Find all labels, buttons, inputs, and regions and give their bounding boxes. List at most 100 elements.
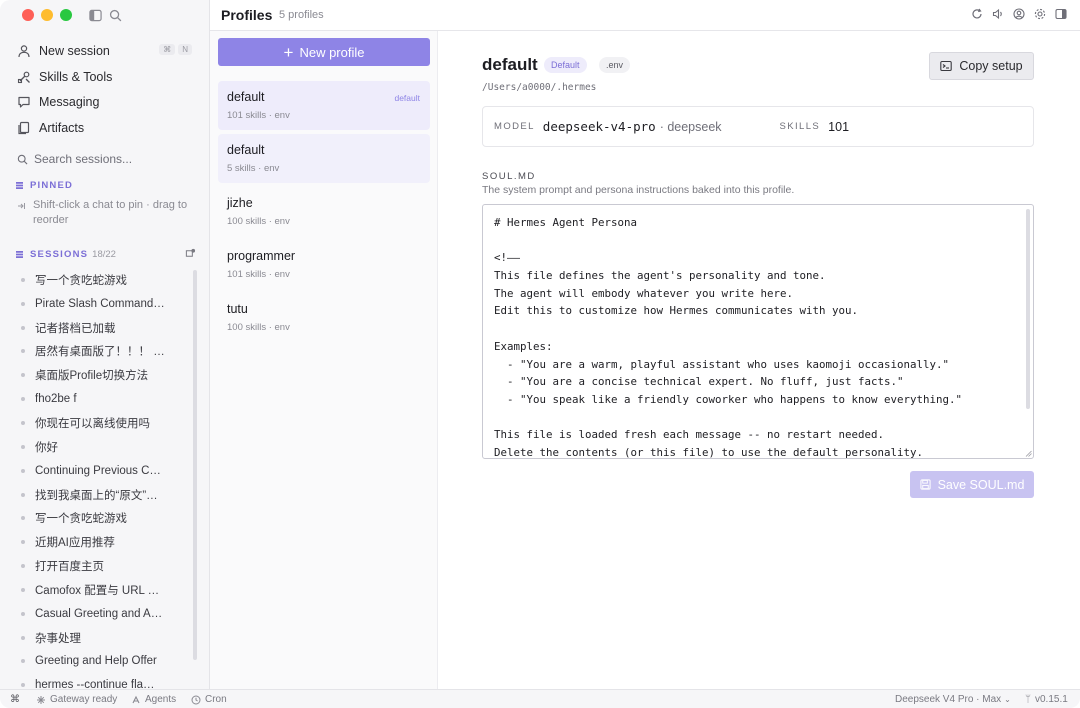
session-label: Camofox 配置与 URL …: [35, 584, 160, 597]
nav-new-session[interactable]: New session ⌘ N: [0, 38, 210, 64]
session-item[interactable]: 你好: [0, 435, 196, 459]
pin-icon: [18, 203, 25, 209]
top-bar: Profiles 5 profiles: [210, 0, 1080, 31]
editor-line: Edit this to customize how Hermes commun…: [494, 304, 859, 318]
profile-count: 5 profiles: [279, 9, 324, 21]
pin-section-icon: [16, 182, 23, 189]
session-item[interactable]: Continuing Previous C…: [0, 459, 196, 483]
kbd-key: N: [178, 44, 192, 55]
editor-scrollbar[interactable]: [1026, 209, 1030, 409]
editor-line: The agent will embody whatever you write…: [494, 286, 794, 300]
env-badge: .env: [599, 57, 631, 73]
session-item[interactable]: 你现在可以离线使用吗: [0, 411, 196, 435]
session-item[interactable]: Camofox 配置与 URL …: [0, 578, 196, 602]
nav-label: New session: [39, 43, 110, 58]
profile-card[interactable]: default 5 skills · env: [218, 134, 430, 183]
bullet-icon: [21, 564, 25, 569]
branch-icon: ᛘ: [1025, 694, 1031, 705]
soul-subtitle: The system prompt and persona instructio…: [482, 184, 795, 196]
gateway-status[interactable]: Gateway ready: [36, 694, 117, 705]
copy-setup-label: Copy setup: [959, 59, 1023, 73]
search-icon[interactable]: [109, 9, 122, 22]
sessions-count: 18/22: [92, 249, 116, 260]
new-chat-icon[interactable]: [185, 248, 196, 259]
profile-card-meta: 101 skills · env: [227, 110, 290, 121]
model-selector[interactable]: Deepseek V4 Pro · Max ⌄: [895, 694, 1011, 705]
search-input[interactable]: Search sessions...: [34, 152, 132, 166]
nav-label: Messaging: [39, 95, 100, 110]
close-window-button[interactable]: [22, 9, 34, 21]
command-icon-wrap[interactable]: ⌘: [10, 694, 20, 705]
soul-editor[interactable]: # Hermes Agent Persona <!—— This file defi…: [482, 204, 1034, 459]
session-item[interactable]: 杂事处理: [0, 626, 196, 650]
bullet-icon: [21, 420, 25, 425]
session-item[interactable]: 写一个贪吃蛇游戏: [0, 268, 196, 292]
cron-status[interactable]: Cron: [191, 694, 227, 705]
maximize-window-button[interactable]: [60, 9, 72, 21]
sidebar-nav: New session ⌘ N Skills & Tools Messaging…: [0, 38, 210, 141]
profile-card[interactable]: tutu 100 skills · env: [218, 293, 430, 342]
version-label: v0.15.1: [1035, 694, 1068, 705]
sidebar-scrollbar[interactable]: [193, 270, 197, 660]
sidebar: New session ⌘ N Skills & Tools Messaging…: [0, 0, 210, 691]
profile-card-tag: default: [394, 93, 420, 103]
save-soul-button[interactable]: Save SOUL.md: [910, 471, 1034, 498]
session-item[interactable]: 居然有桌面版了！！！ …: [0, 340, 196, 364]
command-icon: ⌘: [10, 694, 20, 705]
copy-setup-button[interactable]: Copy setup: [929, 52, 1034, 80]
session-item[interactable]: Casual Greeting and A…: [0, 602, 196, 626]
nav-messaging[interactable]: Messaging: [0, 89, 210, 115]
session-item[interactable]: fho2be f: [0, 387, 196, 411]
profile-card-name: default: [227, 90, 265, 104]
window-controls: [22, 9, 72, 21]
minimize-window-button[interactable]: [41, 9, 53, 21]
cron-label: Cron: [205, 694, 227, 705]
session-item[interactable]: Greeting and Help Offer: [0, 650, 196, 674]
agents-status[interactable]: Agents: [131, 694, 176, 705]
session-label: 找到我桌面上的“原文”…: [35, 489, 158, 502]
editor-line: - "You speak like a friendly coworker wh…: [494, 392, 963, 406]
bullet-icon: [21, 468, 25, 473]
session-item[interactable]: 打开百度主页: [0, 554, 196, 578]
refresh-icon[interactable]: [971, 8, 983, 20]
sidebar-top-icons: [89, 9, 122, 22]
editor-line: This file is loaded fresh each message -…: [494, 428, 885, 442]
session-item[interactable]: 近期AI应用推荐: [0, 530, 196, 554]
bullet-icon: [21, 540, 25, 545]
bullet-icon: [21, 635, 25, 640]
session-item[interactable]: Pirate Slash Command…: [0, 292, 196, 316]
profile-name: default: [482, 55, 538, 74]
bullet-icon: [21, 325, 25, 330]
session-item[interactable]: 写一个贪吃蛇游戏: [0, 506, 196, 530]
profile-card[interactable]: jizhe 100 skills · env: [218, 187, 430, 236]
bullet-icon: [21, 301, 25, 306]
gear-icon[interactable]: [1034, 8, 1046, 20]
skills-key: SKILLS: [779, 121, 821, 132]
session-label: 桌面版Profile切换方法: [35, 370, 149, 383]
panel-toggle-icon[interactable]: [1055, 8, 1067, 20]
nav-label: Artifacts: [39, 120, 85, 135]
session-label: 你好: [35, 441, 58, 454]
nav-artifacts[interactable]: Artifacts: [0, 115, 210, 141]
profile-card-name: jizhe: [227, 196, 253, 210]
speaker-icon[interactable]: [992, 8, 1004, 20]
session-item[interactable]: 记者搭档已加载: [0, 316, 196, 340]
sessions-header: SESSIONS 18/22: [16, 248, 196, 260]
nav-skills-tools[interactable]: Skills & Tools: [0, 64, 210, 90]
bullet-icon: [21, 277, 25, 282]
session-label: 你现在可以离线使用吗: [35, 417, 150, 430]
sidebar-toggle-icon[interactable]: [89, 9, 102, 22]
new-profile-button[interactable]: + New profile: [218, 38, 430, 66]
profile-card[interactable]: programmer 101 skills · env: [218, 240, 430, 289]
resize-grip-icon[interactable]: [1025, 450, 1032, 457]
session-item[interactable]: 桌面版Profile切换方法: [0, 363, 196, 387]
account-icon[interactable]: [1013, 8, 1025, 20]
session-search[interactable]: Search sessions...: [17, 152, 132, 166]
session-list: 写一个贪吃蛇游戏 Pirate Slash Command… 记者搭档已加载 居然有桌…: [0, 268, 196, 697]
editor-line: # Hermes Agent Persona: [494, 216, 638, 229]
session-item[interactable]: 找到我桌面上的“原文”…: [0, 483, 196, 507]
version-info[interactable]: ᛘ v0.15.1: [1025, 694, 1068, 705]
gateway-icon: [37, 695, 45, 704]
profile-detail: default Default .env /Users/a0000/.herme…: [438, 31, 1080, 689]
profile-card[interactable]: default 101 skills · env default: [218, 81, 430, 130]
